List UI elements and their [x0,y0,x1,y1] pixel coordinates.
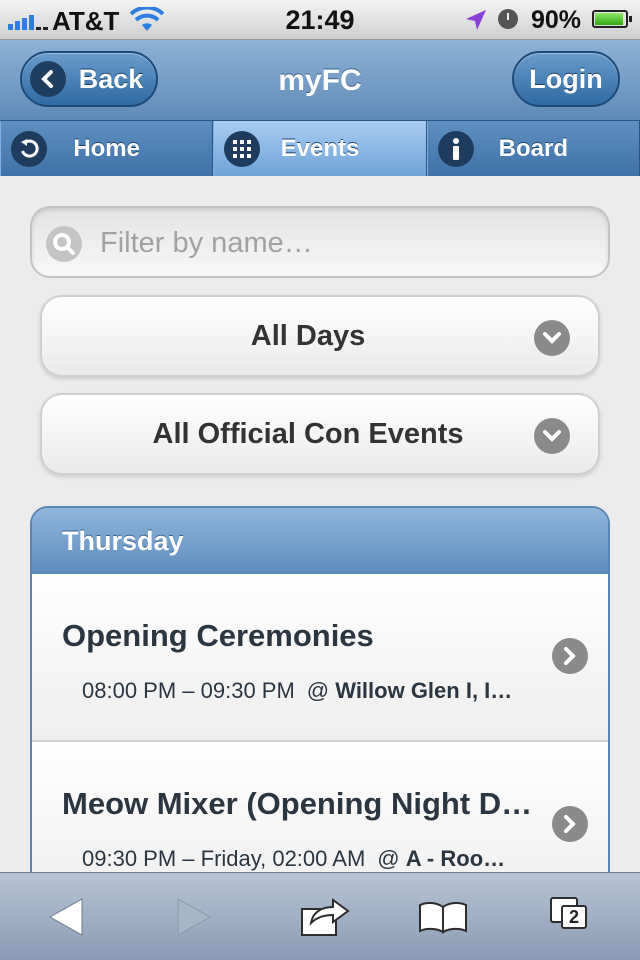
event-location: A - Roo… [405,846,506,871]
tab-home[interactable]: Home [0,121,214,176]
tab-count: 2 [561,905,587,929]
event-list: Thursday Opening Ceremonies 08:00 PM – 0… [30,506,610,906]
category-select[interactable]: All Official Con Events [40,393,600,475]
chevron-right-icon [552,638,588,674]
chevron-down-icon [534,418,570,454]
app-header: Back myFC Login [0,40,640,120]
status-bar: AT&T 21:49 90% [0,0,640,40]
event-meta: 09:30 PM – Friday, 02:00 AM @ A - Roo… [82,846,506,871]
event-time: 09:30 PM – Friday, 02:00 AM [82,846,366,871]
list-item[interactable]: Opening Ceremonies 08:00 PM – 09:30 PM @ … [32,574,608,742]
event-location: Willow Glen I, I… [335,678,513,703]
search-icon [46,226,82,262]
day-select[interactable]: All Days [40,295,600,377]
tab-board[interactable]: Board [426,121,640,176]
chevron-right-icon [552,806,588,842]
browser-toolbar: 2 [0,872,640,960]
tab-events-label: Events [280,134,360,162]
back-arrow-icon [11,131,47,167]
category-select-value: All Official Con Events [152,417,464,450]
location-arrow-icon [466,10,486,30]
event-title: Opening Ceremonies [62,618,374,653]
nav-bar: Home Events Board [0,120,640,176]
filter-field [30,206,610,278]
filter-input[interactable] [98,218,602,268]
battery-icon [592,10,632,28]
day-header: Thursday [32,508,608,574]
alarm-clock-icon [498,9,518,29]
share-icon[interactable] [298,895,352,939]
day-select-value: All Days [250,319,366,352]
event-title: Meow Mixer (Opening Night D… [62,786,533,821]
bookmarks-icon[interactable] [418,895,468,939]
login-button[interactable]: Login [512,51,620,107]
tab-board-label: Board [498,134,568,162]
tab-events[interactable]: Events [213,121,427,176]
event-time: 08:00 PM – 09:30 PM [82,678,295,703]
info-icon [437,131,474,167]
event-meta: 08:00 PM – 09:30 PM @ Willow Glen I, I… [82,678,513,703]
grid-icon [224,131,261,167]
forward-icon[interactable] [172,895,216,939]
battery-percent: 90% [531,6,582,34]
back-icon[interactable] [44,895,88,939]
tabs-icon[interactable]: 2 [548,895,592,939]
chevron-down-icon [534,320,570,356]
tab-home-label: Home [73,134,140,162]
